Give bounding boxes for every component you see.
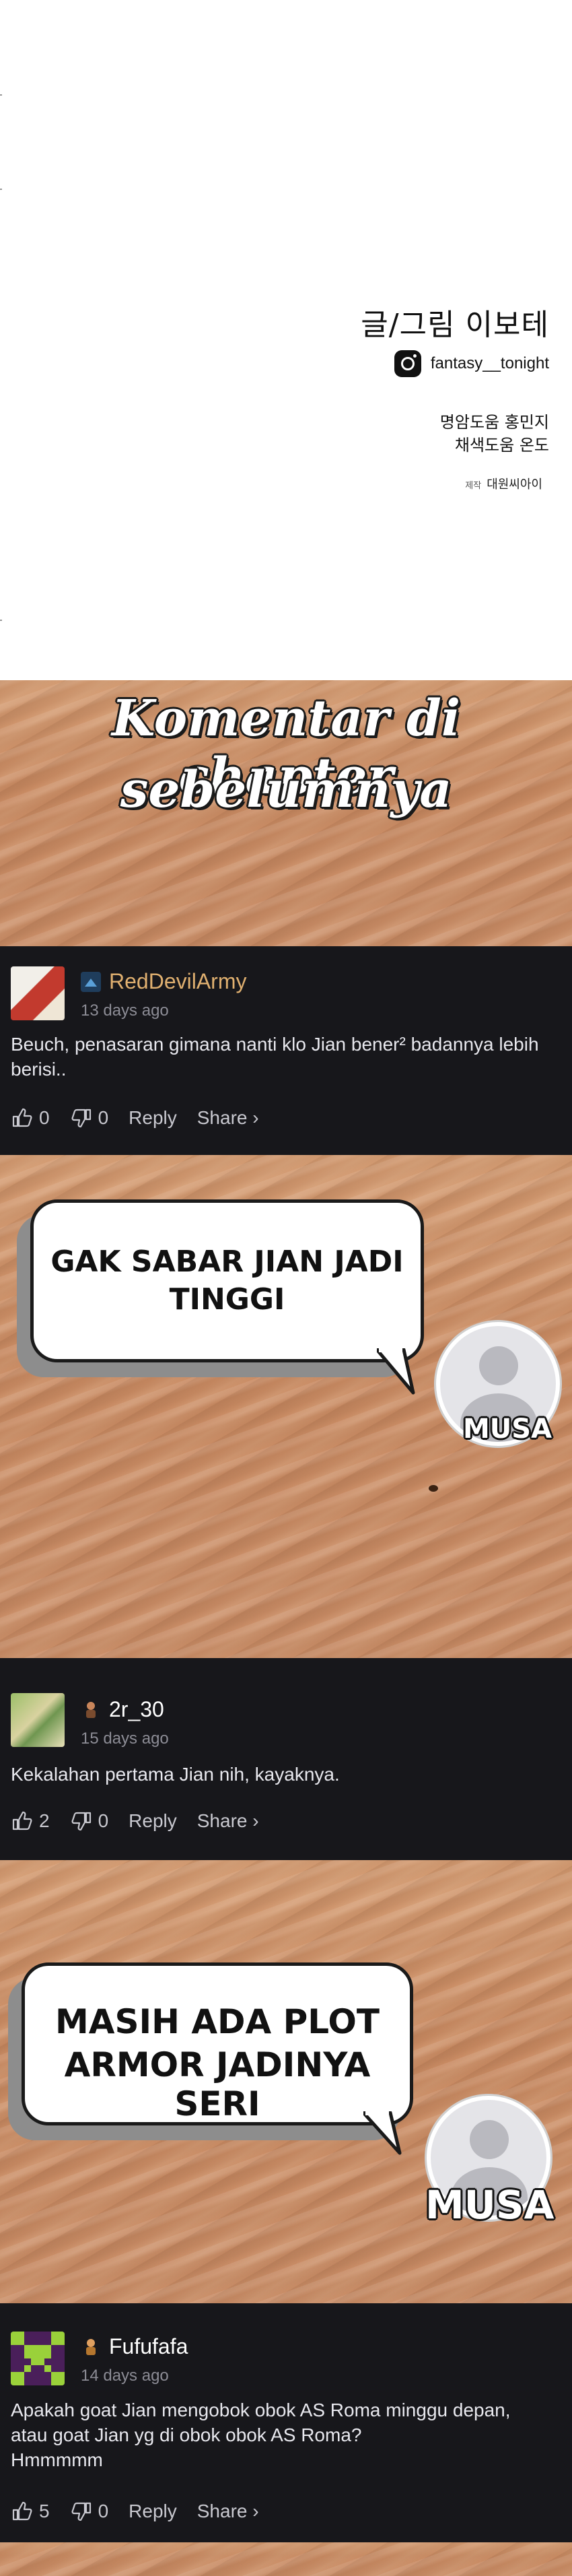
comment-text: Beuch, penasaran gimana nanti klo Jian b…: [11, 1034, 539, 1080]
comment-text: Apakah goat Jian mengobok obok AS Roma m…: [11, 2400, 511, 2470]
comment-card: RedDevilArmy 13 days ago Beuch, penasara…: [0, 946, 572, 1155]
comment-text: Kekalahan pertama Jian nih, kayaknya.: [11, 1764, 340, 1785]
instagram-row: fantasy__tonight: [394, 350, 549, 377]
comment-card: Fufufafa 14 days ago Apakah goat Jian me…: [0, 2303, 572, 2542]
speech-bubble: MASIH ADA PLOT ARMOR JADINYA SERI: [22, 1962, 413, 2125]
thumbs-up-icon: [12, 1108, 32, 1127]
like-count: 0: [39, 1107, 50, 1128]
divider: [0, 620, 2, 621]
dislike-count: 0: [98, 1810, 109, 1831]
thumbs-down-icon: [71, 2502, 91, 2521]
reply-button[interactable]: Reply: [129, 1810, 177, 1832]
reply-button[interactable]: Reply: [129, 1107, 177, 1129]
like-button[interactable]: 2: [11, 1810, 50, 1832]
bubble-text-line1: GAK SABAR JIAN JADI: [50, 1245, 404, 1279]
instagram-icon: [394, 350, 421, 377]
credits-page: 글/그림 이보테 fantasy__tonight 명암도움 홍민지 채색도움 …: [0, 0, 572, 680]
credit-line-coloring: 채색도움 온도: [454, 436, 549, 455]
production-name: 대원씨아이: [487, 477, 542, 492]
like-button[interactable]: 0: [11, 1107, 50, 1129]
avatar[interactable]: [11, 2332, 65, 2385]
comment-timestamp: 15 days ago: [81, 1729, 169, 1748]
comment-card: 2r_30 15 days ago Kekalahan pertama Jian…: [0, 1658, 572, 1860]
production-label: 제작: [465, 481, 482, 491]
comment-actions: 2 0 Reply Share ›: [11, 1810, 279, 1832]
credit-title: 글/그림 이보테: [361, 308, 549, 342]
speech-bubble: GAK SABAR JIAN JADI TINGGI: [30, 1199, 424, 1362]
comment-timestamp: 13 days ago: [81, 1001, 169, 1020]
comment-timestamp: 14 days ago: [81, 2367, 169, 2385]
like-button[interactable]: 5: [11, 2500, 50, 2523]
thumbs-down-icon: [71, 1109, 91, 1128]
thumbs-up-icon: [12, 2501, 32, 2521]
share-button[interactable]: Share ›: [197, 2501, 259, 2522]
thumbs-down-icon: [71, 1812, 91, 1831]
banner-panel: Komentar di chapter sebelumnya: [0, 680, 572, 946]
comic-panel: GAK SABAR JIAN JADI TINGGI MUSA: [0, 1155, 572, 1658]
bubble-text-line2: ARMOR JADINYA SERI: [64, 2045, 371, 2123]
divider: [0, 189, 2, 190]
bubble-tail: [377, 1348, 415, 1395]
sand-pebble: [429, 1485, 438, 1492]
speaker-name: MUSA: [425, 2182, 555, 2228]
comic-panel: [0, 2542, 572, 2576]
comment-username[interactable]: RedDevilArmy: [109, 969, 246, 994]
user-badge-icon: [81, 2337, 101, 2357]
comment-actions: 0 0 Reply Share ›: [11, 1107, 279, 1129]
share-button[interactable]: Share ›: [197, 1107, 259, 1129]
speaker-name: MUSA: [463, 1414, 552, 1445]
avatar[interactable]: [11, 966, 65, 1020]
dislike-button[interactable]: 0: [70, 1810, 109, 1832]
banner-title-line2: sebelumnya: [120, 761, 452, 819]
dislike-count: 0: [98, 2501, 109, 2521]
avatar[interactable]: [11, 1693, 65, 1747]
like-count: 5: [39, 2501, 50, 2521]
credit-line-shading: 명암도움 홍민지: [439, 413, 549, 432]
bubble-tail: [363, 2111, 402, 2155]
bubble-text-line1: MASIH ADA PLOT: [55, 2002, 380, 2041]
comic-panel: MASIH ADA PLOT ARMOR JADINYA SERI MUSA: [0, 1860, 572, 2303]
comment-username[interactable]: 2r_30: [109, 1697, 164, 1722]
user-badge-icon: [81, 972, 101, 992]
share-button[interactable]: Share ›: [197, 1810, 259, 1832]
credit-production: 제작 대원씨아이: [465, 475, 542, 492]
thumbs-up-icon: [12, 1811, 32, 1830]
comment-username[interactable]: Fufufafa: [109, 2334, 188, 2359]
dislike-button[interactable]: 0: [70, 1107, 109, 1129]
bubble-text-line2: TINGGI: [169, 1282, 285, 1317]
dislike-count: 0: [98, 1107, 109, 1128]
reply-button[interactable]: Reply: [129, 2501, 177, 2522]
divider: [0, 94, 2, 96]
like-count: 2: [39, 1810, 50, 1831]
dislike-button[interactable]: 0: [70, 2500, 109, 2523]
user-badge-icon: [81, 1700, 101, 1720]
instagram-handle: fantasy__tonight: [430, 354, 549, 372]
comment-actions: 5 0 Reply Share ›: [11, 2500, 279, 2523]
